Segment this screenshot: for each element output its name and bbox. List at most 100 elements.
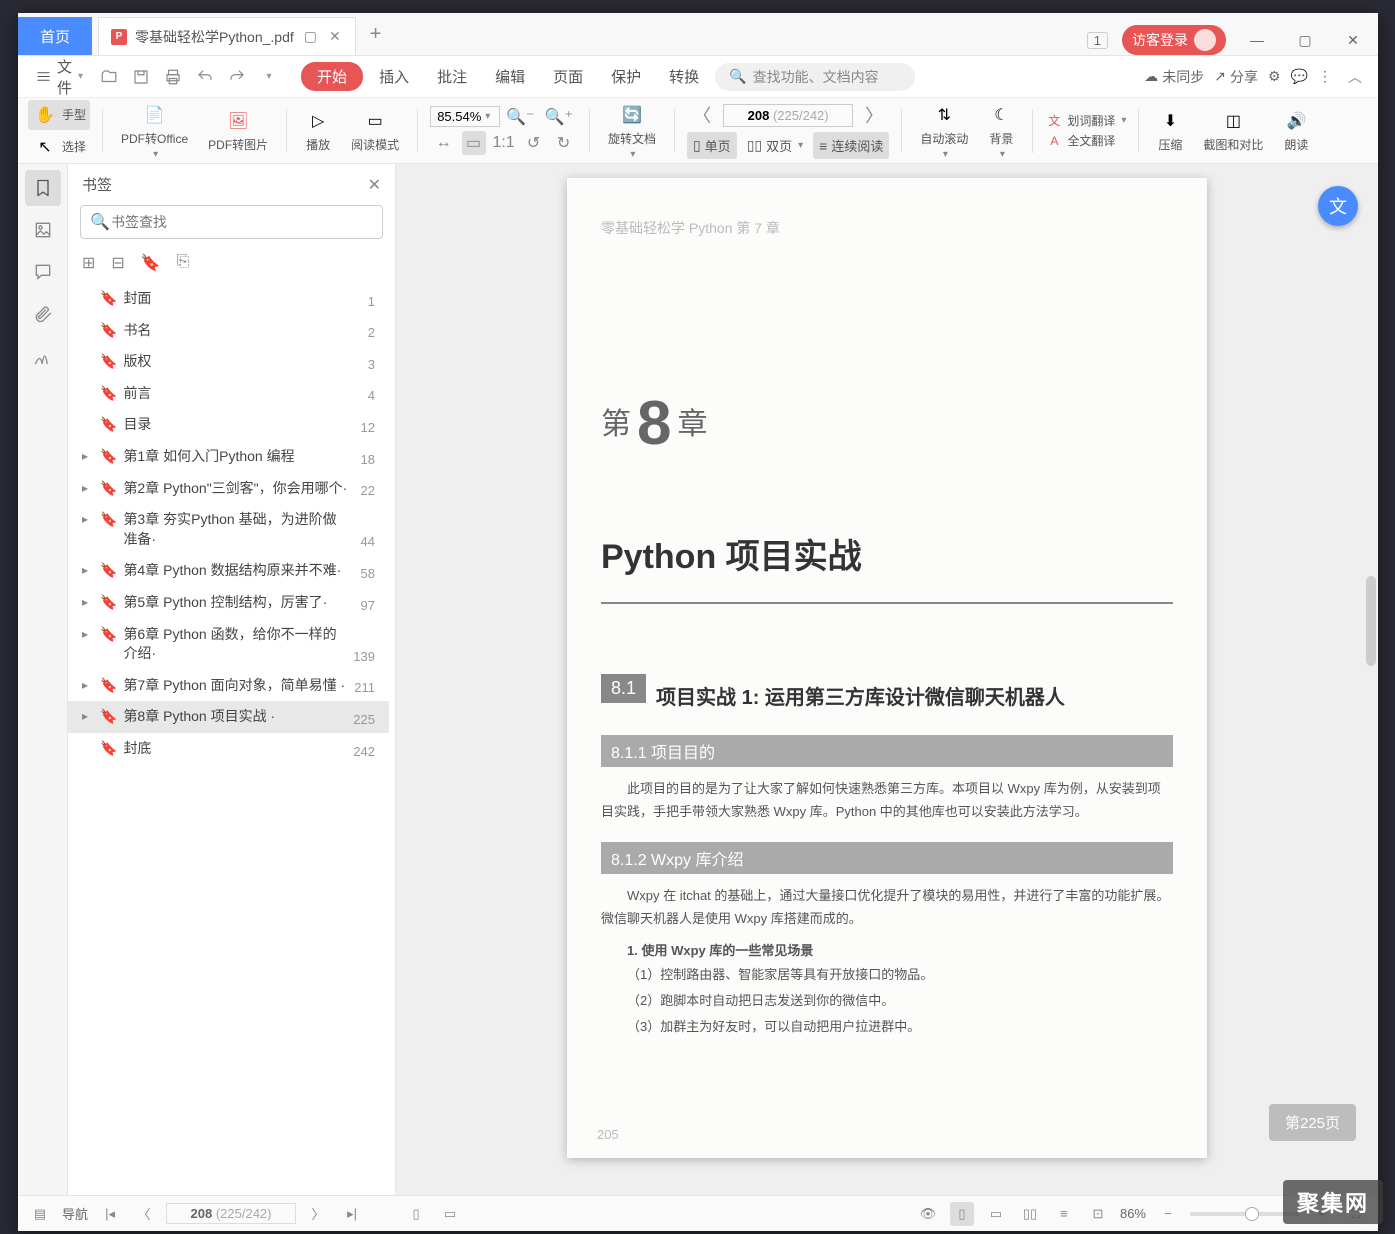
menu-protect[interactable]: 保护 — [599, 62, 653, 91]
expand-icon[interactable]: ▸ — [82, 593, 94, 609]
expand-icon[interactable]: ▸ — [82, 707, 94, 723]
menu-annotate[interactable]: 批注 — [425, 62, 479, 91]
menu-start[interactable]: 开始 — [301, 62, 363, 91]
zoom-select[interactable]: 85.54%▾ — [430, 106, 500, 127]
bookmark-icon[interactable]: 🔖 — [141, 253, 161, 273]
full-translate-button[interactable]: A全文翻译 — [1045, 132, 1126, 150]
eye-icon[interactable]: 👁 — [916, 1202, 940, 1226]
play-button[interactable]: ▷播放 — [299, 106, 337, 155]
rotate-left-icon[interactable]: ↺ — [522, 131, 546, 155]
view-mode-2-icon[interactable]: ▭ — [438, 1202, 462, 1226]
share-button[interactable]: ↗分享 — [1214, 67, 1258, 87]
rotate-right-icon[interactable]: ↻ — [552, 131, 576, 155]
pdf-page[interactable]: 零基础轻松学 Python 第 7 章 第8章 Python 项目实战 8.1 … — [567, 178, 1207, 1158]
menu-insert[interactable]: 插入 — [367, 62, 421, 91]
select-tool[interactable]: ↖选择 — [28, 132, 90, 162]
bookmark-item[interactable]: ▸ 🔖 第2章 Python"三剑客"，你会用哪个· 22 — [68, 473, 389, 505]
redo-icon[interactable] — [223, 63, 251, 91]
thumbnail-panel-icon[interactable] — [25, 212, 61, 248]
expand-icon[interactable]: ▸ — [82, 561, 94, 577]
undo-icon[interactable] — [191, 63, 219, 91]
screenshot-compare-button[interactable]: ◫截图和对比 — [1197, 106, 1269, 155]
minimize-icon[interactable]: — — [1240, 26, 1274, 54]
zoom-in-icon[interactable]: 🔍⁺ — [541, 107, 577, 127]
bookmark-item[interactable]: ▸ 🔖 第5章 Python 控制结构，厉害了· 97 — [68, 587, 389, 619]
expand-icon[interactable] — [82, 384, 94, 386]
bookmark-item[interactable]: ▸ 🔖 第4章 Python 数据结构原来并不难· 58 — [68, 555, 389, 587]
expand-icon[interactable]: ▸ — [82, 447, 94, 463]
bookmark-item[interactable]: ▸ 🔖 第7章 Python 面向对象，简单易懂 · 211 — [68, 670, 389, 702]
expand-icon[interactable]: ▸ — [82, 510, 94, 526]
bookmark-item[interactable]: 🔖 书名 2 — [68, 315, 389, 347]
detach-icon[interactable]: ▢ — [302, 28, 319, 45]
auto-scroll-button[interactable]: ⇅自动滚动▾ — [914, 100, 974, 162]
bookmark-item[interactable]: 🔖 版权 3 — [68, 346, 389, 378]
outline-icon[interactable]: ▤ — [28, 1202, 52, 1226]
fit-icon[interactable]: ⊡ — [1086, 1202, 1110, 1226]
next-page-icon[interactable]: 〉 — [859, 102, 889, 128]
view-mode-1-icon[interactable]: ▯ — [404, 1202, 428, 1226]
word-translate-button[interactable]: 文划词翻译▾ — [1045, 112, 1126, 130]
compress-button[interactable]: ⬇压缩 — [1151, 106, 1189, 155]
page-input[interactable]: 208 (225/242) — [723, 104, 853, 127]
single-view-icon[interactable]: ▯ — [950, 1202, 974, 1226]
save-icon[interactable] — [127, 63, 155, 91]
pdf-to-image-button[interactable]: 🖼PDF转图片 — [202, 106, 274, 155]
maximize-icon[interactable]: ▢ — [1288, 26, 1322, 54]
book-view-icon[interactable]: ▭ — [984, 1202, 1008, 1226]
expand-icon[interactable] — [82, 289, 94, 291]
bookmark-search-input[interactable] — [80, 205, 383, 239]
bookmark-item[interactable]: 🔖 封底 242 — [68, 733, 389, 765]
bookmark-item[interactable]: ▸ 🔖 第6章 Python 函数，给你不一样的介绍· 139 — [68, 619, 389, 670]
expand-icon[interactable] — [82, 352, 94, 354]
expand-icon[interactable] — [82, 739, 94, 741]
next-page-status-icon[interactable]: 〉 — [306, 1202, 330, 1226]
status-page-input[interactable]: 208 (225/242) — [166, 1203, 296, 1224]
bookmark-item[interactable]: ▸ 🔖 第1章 如何入门Python 编程 18 — [68, 441, 389, 473]
menu-convert[interactable]: 转换 — [657, 62, 711, 91]
bookmark-item[interactable]: 🔖 封面 1 — [68, 283, 389, 315]
window-count-badge[interactable]: 1 — [1087, 32, 1108, 49]
file-tab[interactable]: P 零基础轻松学Python_.pdf ▢ ✕ — [98, 17, 356, 55]
fit-page-icon[interactable]: ▭ — [462, 131, 486, 155]
first-page-icon[interactable]: |◂ — [98, 1202, 122, 1226]
tts-button[interactable]: 🔊朗读 — [1277, 106, 1315, 155]
rotate-doc-button[interactable]: 🔄旋转文档▾ — [602, 100, 662, 162]
last-page-icon[interactable]: ▸| — [340, 1202, 364, 1226]
more-icon[interactable]: ▾ — [255, 63, 283, 91]
bookmark-item[interactable]: 🔖 前言 4 — [68, 378, 389, 410]
continuous-view-icon[interactable]: ≡ — [1052, 1202, 1076, 1226]
open-icon[interactable] — [95, 63, 123, 91]
actual-size-icon[interactable]: 1:1 — [492, 131, 516, 155]
search-box[interactable]: 🔍 查找功能、文档内容 — [715, 63, 915, 91]
floating-translate-icon[interactable]: 文 — [1318, 186, 1358, 226]
background-button[interactable]: ☾背景▾ — [982, 100, 1020, 162]
kebab-icon[interactable]: ⋮ — [1318, 68, 1332, 85]
close-sidebar-icon[interactable]: ✕ — [368, 175, 381, 195]
file-menu[interactable]: 文件 ▾ — [28, 52, 91, 102]
zoom-out-status-icon[interactable]: − — [1156, 1202, 1180, 1226]
vertical-scrollbar[interactable] — [1366, 576, 1376, 666]
menu-edit[interactable]: 编辑 — [483, 62, 537, 91]
bookmark-item[interactable]: 🔖 目录 12 — [68, 409, 389, 441]
bookmark-item[interactable]: ▸ 🔖 第3章 夯实Python 基础，为进阶做准备· 44 — [68, 504, 389, 555]
add-bookmark-icon[interactable]: ⊞ — [82, 253, 95, 273]
expand-icon[interactable]: ▸ — [82, 625, 94, 641]
collapse-ribbon-icon[interactable]: ︿ — [1342, 64, 1368, 90]
pdf-to-office-button[interactable]: 📄PDF转Office▾ — [115, 100, 194, 162]
close-icon[interactable]: ✕ — [1336, 26, 1370, 54]
zoom-out-icon[interactable]: 🔍⁻ — [502, 107, 538, 127]
settings-icon[interactable]: ⚙ — [1268, 68, 1281, 85]
nav-label[interactable]: 导航 — [62, 1204, 88, 1223]
comment-panel-icon[interactable] — [25, 254, 61, 290]
menu-page[interactable]: 页面 — [541, 62, 595, 91]
hand-tool[interactable]: ✋手型 — [28, 100, 90, 130]
close-tab-icon[interactable]: ✕ — [327, 28, 343, 45]
bookmark-panel-icon[interactable] — [25, 170, 61, 206]
home-tab[interactable]: 首页 — [18, 17, 92, 55]
expand-icon[interactable] — [82, 321, 94, 323]
guest-login-button[interactable]: 访客登录 — [1122, 25, 1226, 55]
single-page-button[interactable]: ▯单页 — [687, 132, 737, 159]
sync-button[interactable]: ☁未同步 — [1144, 67, 1204, 87]
expand-icon[interactable]: ▸ — [82, 676, 94, 692]
